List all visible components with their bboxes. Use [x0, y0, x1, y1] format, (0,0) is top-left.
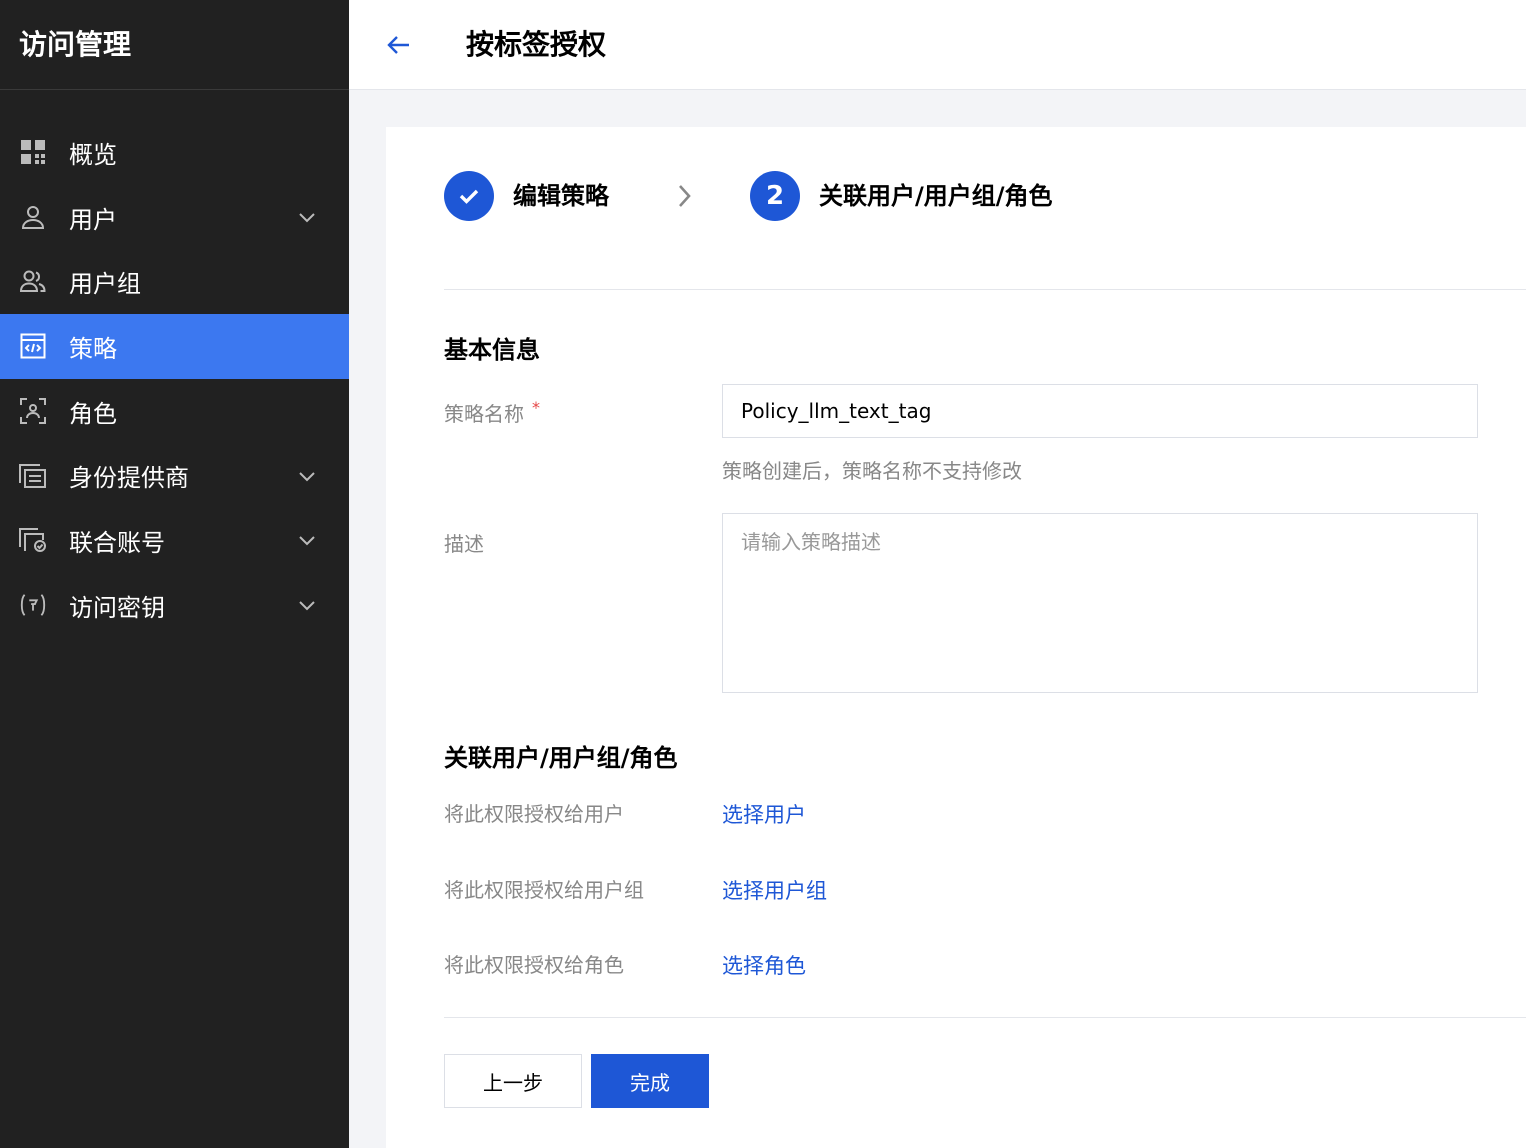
sidebar-item-federated-accounts[interactable]: 联合账号	[0, 508, 349, 573]
policy-name-input[interactable]	[722, 384, 1478, 438]
select-role-link[interactable]: 选择角色	[722, 950, 806, 980]
sidebar-item-identity-providers[interactable]: 身份提供商	[0, 443, 349, 508]
sidebar-nav: 概览 用户 用户组 策略 角色 身份提供商 联合账号 访问密钥	[0, 90, 349, 638]
policy-name-label-text: 策略名称	[444, 402, 524, 426]
grant-user-label: 将此权限授权给用户	[444, 802, 624, 826]
sidebar-item-overview[interactable]: 概览	[0, 120, 349, 185]
description-textarea[interactable]	[722, 513, 1478, 693]
select-group-link[interactable]: 选择用户组	[722, 875, 827, 905]
user-group-icon	[19, 268, 47, 296]
chevron-right-icon	[679, 185, 691, 207]
stepper: 编辑策略 2 关联用户/用户组/角色	[444, 171, 1244, 221]
sidebar-item-label: 策略	[69, 334, 117, 363]
access-key-icon	[19, 591, 47, 619]
sidebar-item-roles[interactable]: 角色	[0, 379, 349, 444]
done-button[interactable]: 完成	[591, 1054, 709, 1108]
sidebar-item-label: 角色	[69, 399, 117, 428]
sidebar-item-user-groups[interactable]: 用户组	[0, 249, 349, 314]
sidebar-title: 访问管理	[0, 0, 349, 90]
sidebar: 访问管理 概览 用户 用户组 策略 角色 身份提供商 联合账号 访问密钥	[0, 0, 349, 1148]
sidebar-item-access-keys[interactable]: 访问密钥	[0, 573, 349, 638]
arrow-left-icon[interactable]	[382, 30, 416, 60]
policy-name-hint: 策略创建后，策略名称不支持修改	[722, 459, 1022, 483]
grant-role-label: 将此权限授权给角色	[444, 953, 624, 977]
divider	[444, 289, 1526, 290]
sidebar-item-label: 用户	[69, 205, 117, 234]
grant-group-label: 将此权限授权给用户组	[444, 878, 644, 902]
federated-account-icon	[19, 526, 47, 554]
policy-icon	[19, 332, 47, 360]
sidebar-item-label: 概览	[69, 140, 117, 169]
sidebar-item-users[interactable]: 用户	[0, 185, 349, 250]
sidebar-item-policies[interactable]: 策略	[0, 314, 349, 379]
chevron-down-icon	[299, 536, 315, 546]
sidebar-item-label: 用户组	[69, 270, 141, 299]
step-2-label: 关联用户/用户组/角色	[819, 182, 1053, 210]
page-title: 按标签授权	[466, 28, 607, 61]
divider	[444, 1017, 1526, 1018]
step-1-label: 编辑策略	[513, 182, 609, 210]
policy-name-label: 策略名称 *	[444, 398, 540, 427]
page-header: 按标签授权	[349, 0, 1526, 90]
sidebar-item-label: 联合账号	[69, 528, 165, 557]
check-icon	[459, 189, 479, 204]
basic-info-title: 基本信息	[444, 336, 540, 364]
grid-icon	[19, 138, 47, 166]
associate-title: 关联用户/用户组/角色	[444, 744, 678, 772]
identity-provider-icon	[19, 462, 47, 490]
select-user-link[interactable]: 选择用户	[722, 799, 806, 829]
chevron-down-icon	[299, 601, 315, 611]
main-panel: 编辑策略 2 关联用户/用户组/角色 基本信息 策略名称 * 策略创建后，策略名称…	[386, 127, 1526, 1148]
step-1-indicator	[444, 171, 494, 221]
sidebar-item-label: 访问密钥	[69, 593, 165, 622]
prev-step-button[interactable]: 上一步	[444, 1054, 582, 1108]
step-2-indicator: 2	[750, 171, 800, 221]
sidebar-item-label: 身份提供商	[69, 464, 189, 493]
chevron-down-icon	[299, 472, 315, 482]
role-icon	[19, 397, 47, 425]
user-icon	[19, 203, 47, 231]
description-label: 描述	[444, 532, 484, 556]
required-mark: *	[532, 398, 540, 417]
chevron-down-icon	[299, 213, 315, 223]
